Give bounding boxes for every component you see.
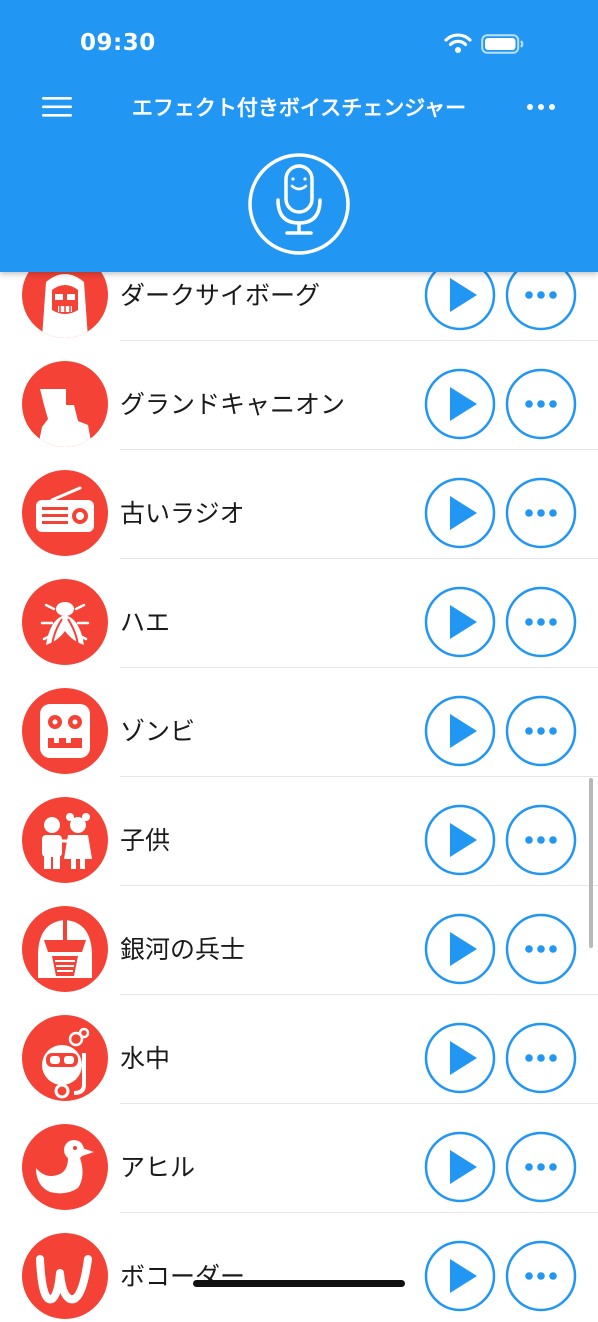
play-button[interactable] xyxy=(424,913,496,985)
duck-icon xyxy=(22,1124,108,1210)
app-header: 09:30 エフェクト付きボイスチェンジャー xyxy=(0,0,598,272)
effect-row[interactable]: 水中 xyxy=(0,995,598,1104)
play-button[interactable] xyxy=(424,586,496,658)
effect-label: グランドキャニオン xyxy=(120,390,346,419)
home-indicator xyxy=(193,1280,405,1287)
effect-options-button[interactable] xyxy=(505,477,577,549)
effect-options-button[interactable] xyxy=(505,804,577,876)
zombie-face-icon xyxy=(22,688,108,774)
play-button[interactable] xyxy=(424,695,496,767)
effect-label: 水中 xyxy=(120,1044,171,1073)
effect-row[interactable]: 銀河の兵士 xyxy=(0,886,598,995)
effect-options-button[interactable] xyxy=(505,368,577,440)
galactic-soldier-helmet-icon xyxy=(22,906,108,992)
effect-row[interactable]: 古いラジオ xyxy=(0,450,598,559)
effect-label: ハエ xyxy=(120,608,171,637)
old-radio-icon xyxy=(22,470,108,556)
effect-row[interactable]: ゾンビ xyxy=(0,668,598,777)
effect-label: 古いラジオ xyxy=(120,499,245,528)
effect-row[interactable]: 子供 xyxy=(0,777,598,886)
scrollbar[interactable] xyxy=(589,778,593,948)
effect-label: アヒル xyxy=(120,1153,196,1182)
effect-label: ダークサイボーグ xyxy=(120,281,321,310)
effect-options-button[interactable] xyxy=(505,1240,577,1312)
effect-options-button[interactable] xyxy=(505,1131,577,1203)
effect-label: 子供 xyxy=(120,826,171,855)
effect-options-button[interactable] xyxy=(505,1022,577,1094)
play-button[interactable] xyxy=(424,804,496,876)
vocoder-wave-icon xyxy=(22,1233,108,1319)
effect-label: ゾンビ xyxy=(120,717,196,746)
effect-label: ボコーダー xyxy=(120,1262,246,1291)
play-button[interactable] xyxy=(424,368,496,440)
effect-options-button[interactable] xyxy=(505,695,577,767)
play-button[interactable] xyxy=(424,477,496,549)
effect-label: 銀河の兵士 xyxy=(120,935,246,964)
effect-options-button[interactable] xyxy=(505,913,577,985)
children-icon xyxy=(22,797,108,883)
more-options-button[interactable] xyxy=(524,97,558,117)
play-button[interactable] xyxy=(424,1131,496,1203)
canyon-mesa-icon xyxy=(22,361,108,447)
wifi-icon xyxy=(444,33,472,53)
play-button[interactable] xyxy=(424,1240,496,1312)
diver-mask-icon xyxy=(22,1015,108,1101)
effect-row[interactable]: アヒル xyxy=(0,1104,598,1213)
effect-row[interactable]: グランドキャニオン xyxy=(0,341,598,450)
effect-options-button[interactable] xyxy=(505,586,577,658)
status-time: 09:30 xyxy=(80,30,156,56)
battery-icon xyxy=(481,34,524,54)
play-button[interactable] xyxy=(424,1022,496,1094)
effect-row[interactable]: ハエ xyxy=(0,559,598,668)
fly-icon xyxy=(22,579,108,665)
effects-list[interactable]: ダークサイボーグ グランドキャニオン 古いラジオハエゾンビ子供銀河の兵士水中アヒルボ… xyxy=(0,232,598,1322)
page-title: エフェクト付きボイスチェンジャー xyxy=(131,96,467,120)
effect-row[interactable]: ボコーダー xyxy=(0,1213,598,1322)
record-microphone-button[interactable] xyxy=(247,152,351,256)
